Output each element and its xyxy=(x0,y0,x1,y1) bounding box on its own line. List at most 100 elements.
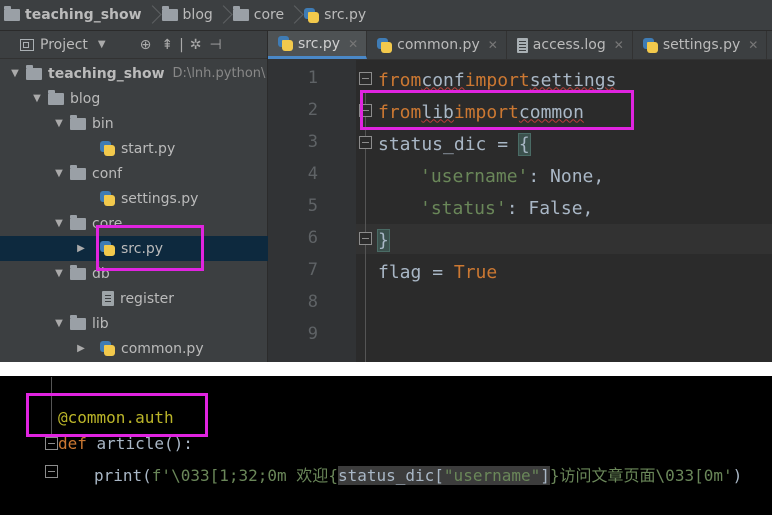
breadcrumb-label: core xyxy=(253,7,285,23)
code-token: 访问文章页面 xyxy=(559,466,656,485)
collapse-all-icon[interactable]: ⇞ xyxy=(161,37,173,53)
current-line-highlight xyxy=(356,224,772,254)
expand-arrow-icon[interactable]: ▶ xyxy=(74,343,88,354)
code-token: 'status' xyxy=(420,197,507,219)
line-number: 5 xyxy=(307,196,318,216)
expand-arrow-icon[interactable]: ▶ xyxy=(74,243,88,254)
code-token: status_dic[ xyxy=(337,466,444,485)
tab-settings-py[interactable]: settings.py ✕ xyxy=(633,31,768,59)
fold-toggle-icon[interactable] xyxy=(359,72,372,85)
project-panel-title[interactable]: Project xyxy=(40,37,88,53)
code-line-3: status_dic = { xyxy=(378,128,531,160)
line-number: 4 xyxy=(307,164,318,184)
tree-item-label-text: teaching_show xyxy=(48,65,165,82)
code-token: 欢迎 xyxy=(296,466,329,485)
folder-icon xyxy=(161,6,178,21)
gear-icon[interactable]: ✲ xyxy=(190,37,202,53)
code-line-7: flag = True xyxy=(378,256,497,288)
project-panel-header: Project ▼ ⊕ ⇞ | ✲ ⊣ xyxy=(0,31,267,59)
breadcrumb-item-teaching-show[interactable]: teaching_show xyxy=(0,0,158,30)
fold-toggle-icon[interactable] xyxy=(45,465,58,478)
breadcrumb-label: teaching_show xyxy=(25,7,142,23)
expand-arrow-icon[interactable]: ▼ xyxy=(30,93,44,104)
code-editor[interactable]: 1 2 3 4 5 6 7 8 9 from conf import setti… xyxy=(268,60,772,362)
expand-arrow-icon[interactable]: ▼ xyxy=(52,318,66,329)
folder-icon xyxy=(70,314,86,330)
expand-arrow-icon[interactable]: ▼ xyxy=(52,118,66,129)
code-token: { xyxy=(517,132,531,156)
editor-tab-bar: src.py ✕ common.py ✕ access.log ✕ settin… xyxy=(268,31,772,60)
fold-toggle-icon[interactable] xyxy=(359,136,372,149)
code-snippet-panel: @common.auth def article(): print(f'\033… xyxy=(0,376,772,515)
tree-item-label: conf xyxy=(92,165,123,182)
expand-arrow-icon[interactable]: ▼ xyxy=(8,68,22,79)
tree-item-common-py[interactable]: ▶ common.py xyxy=(0,336,268,361)
expand-arrow-icon[interactable]: ▼ xyxy=(52,218,66,229)
code-token: = xyxy=(486,133,519,155)
target-icon[interactable]: ⊕ xyxy=(140,37,152,53)
tab-label: common.py xyxy=(397,37,480,53)
close-icon[interactable]: ✕ xyxy=(488,38,498,52)
tab-label: access.log xyxy=(532,37,606,53)
expand-arrow-icon[interactable]: ▼ xyxy=(52,168,66,179)
tree-item-bin[interactable]: ▼ bin xyxy=(0,111,268,136)
tree-item-register[interactable]: register xyxy=(0,286,268,311)
tab-access-log[interactable]: access.log ✕ xyxy=(507,31,633,59)
breadcrumb-item-blog[interactable]: blog xyxy=(158,0,229,30)
breadcrumb-item-core[interactable]: core xyxy=(229,0,300,30)
chevron-down-icon[interactable]: ▼ xyxy=(98,39,106,50)
highlight-box-tree xyxy=(96,225,204,271)
breadcrumb-label: blog xyxy=(182,7,213,23)
chevron-right-icon xyxy=(290,4,300,26)
code-token: \033[1;32;0m xyxy=(171,466,297,485)
tab-common-py[interactable]: common.py ✕ xyxy=(367,31,507,59)
folder-icon xyxy=(70,114,86,130)
code-token: ) xyxy=(732,466,743,485)
ide-window: teaching_show blog core src.py Project ▼… xyxy=(0,0,772,362)
code-token: } xyxy=(377,228,390,252)
code-token: { xyxy=(328,466,338,485)
line-number: 6 xyxy=(307,228,318,248)
tree-item-conf[interactable]: ▼ conf xyxy=(0,161,268,186)
line-number: 3 xyxy=(307,132,318,152)
tree-item-start-py[interactable]: start.py xyxy=(0,136,268,161)
tree-item-label: start.py xyxy=(121,140,176,157)
code-token: print( xyxy=(94,466,152,485)
log-file-icon xyxy=(516,37,528,53)
divider-icon: | xyxy=(179,36,184,53)
code-line-4: 'username': None, xyxy=(420,160,604,192)
tree-item-blog[interactable]: ▼ blog xyxy=(0,86,268,111)
line-number: 9 xyxy=(307,324,318,344)
tree-item-label: settings.py xyxy=(121,190,199,207)
folder-icon xyxy=(48,89,64,105)
tree-item-teaching-show[interactable]: ▼ teaching_show D:\lnh.python\ xyxy=(0,61,268,86)
tab-src-py[interactable]: src.py ✕ xyxy=(268,31,368,59)
close-icon[interactable]: ✕ xyxy=(614,38,624,52)
highlight-box-decorator xyxy=(26,393,208,437)
code-token: conf xyxy=(421,69,465,91)
code-line-5: 'status': False, xyxy=(420,192,593,224)
python-file-icon xyxy=(377,37,393,53)
fold-toggle-icon[interactable] xyxy=(45,437,58,450)
code-line-6: } xyxy=(377,224,390,256)
hide-panel-icon[interactable]: ⊣ xyxy=(210,37,222,53)
fold-toggle-icon[interactable] xyxy=(359,232,372,245)
code-token: = xyxy=(421,261,454,283)
tree-item-label: lib xyxy=(92,315,109,332)
tree-item-lib[interactable]: ▼ lib xyxy=(0,311,268,336)
tree-item-settings-py[interactable]: settings.py xyxy=(0,186,268,211)
expand-arrow-icon[interactable]: ▼ xyxy=(52,268,66,279)
tree-item-label: register xyxy=(120,290,174,307)
close-icon[interactable]: ✕ xyxy=(748,38,758,52)
code-token: \033[0m' xyxy=(655,466,733,485)
line-number: 1 xyxy=(307,68,318,88)
tree-item-path: D:\lnh.python\ xyxy=(172,66,266,81)
breadcrumb-item-src-py[interactable]: src.py xyxy=(300,0,366,30)
python-file-icon xyxy=(100,341,115,356)
text-file-icon xyxy=(102,291,114,306)
python-file-icon xyxy=(304,7,320,23)
close-icon[interactable]: ✕ xyxy=(348,37,358,51)
tab-label: src.py xyxy=(298,35,341,52)
folder-icon xyxy=(70,264,86,280)
tree-item-label: bin xyxy=(92,115,114,132)
